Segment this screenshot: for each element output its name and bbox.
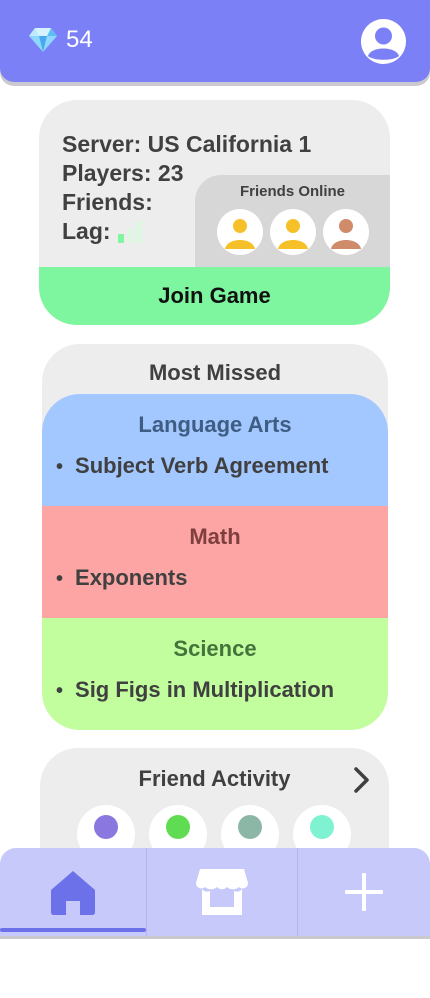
plus-icon <box>345 873 383 911</box>
subject-name: Science <box>173 636 257 661</box>
subject-name: Language Arts <box>138 412 292 437</box>
gem-count: 54 <box>66 26 93 53</box>
subject-name: Math <box>189 524 241 549</box>
missed-topic: • Subject Verb Agreement <box>56 453 329 478</box>
join-game-button[interactable]: Join Game <box>39 267 390 325</box>
user-icon[interactable] <box>361 19 406 64</box>
store-icon <box>196 869 248 915</box>
friend-activity-title: Friend Activity <box>138 766 291 791</box>
friend-online-avatar[interactable] <box>217 209 263 255</box>
bullet-icon: • <box>56 456 64 478</box>
lag-signal-icon <box>117 220 145 243</box>
bottom-navigation <box>0 848 430 936</box>
missed-topic: • Sig Figs in Multiplication <box>56 677 335 702</box>
most-missed-card: Most Missed Language Arts • Subject Verb … <box>42 344 388 730</box>
lag-label: Lag: <box>62 218 111 244</box>
nav-add[interactable] <box>298 848 430 936</box>
user-avatar-icon <box>331 219 361 249</box>
home-icon <box>51 871 95 915</box>
server-name: Server: US California 1 <box>62 131 312 157</box>
user-avatar-icon <box>278 219 308 249</box>
subject-math[interactable]: Math • Exponents <box>42 506 388 618</box>
top-bar: 54 <box>0 0 430 82</box>
most-missed-title: Most Missed <box>148 360 282 385</box>
chevron-right-icon[interactable] <box>350 766 372 794</box>
user-avatar-icon <box>225 219 255 249</box>
missed-topic: • Exponents <box>56 565 188 590</box>
subject-language-arts[interactable]: Language Arts • Subject Verb Agreement <box>42 394 388 506</box>
friend-online-avatar[interactable] <box>323 209 369 255</box>
nav-active-indicator <box>0 928 146 932</box>
nav-home[interactable] <box>0 848 146 936</box>
diamond-icon <box>29 28 57 52</box>
nav-store[interactable] <box>147 848 297 936</box>
server-card: Server: US California 1 Players: 23 Frie… <box>39 100 390 325</box>
bullet-icon: • <box>56 568 64 590</box>
gem-counter: 54 <box>28 26 93 54</box>
friends-online-title: Friends Online <box>239 183 345 200</box>
subject-science[interactable]: Science • Sig Figs in Multiplication <box>42 618 388 730</box>
friend-online-avatar[interactable] <box>270 209 316 255</box>
friends-online-panel: Friends Online <box>195 175 390 267</box>
bullet-icon: • <box>56 680 64 702</box>
